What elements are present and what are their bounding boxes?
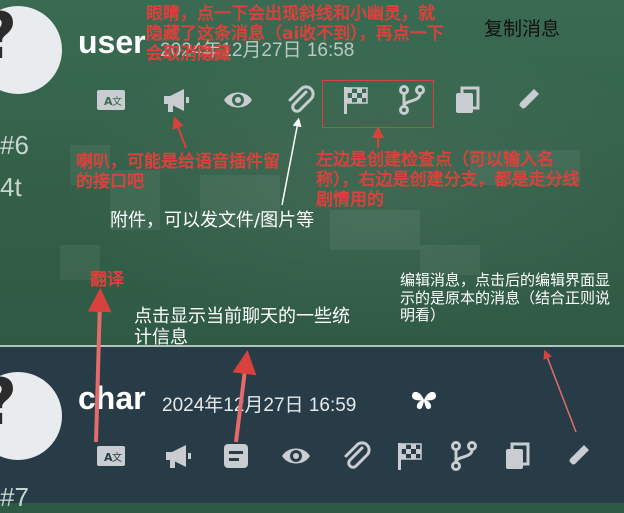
hide-message-button[interactable]	[220, 82, 256, 118]
copy-button[interactable]	[500, 438, 536, 474]
annotation-eye: 眼睛，点一下会出现斜线和小幽灵，就隐藏了这条消息（ai收不到），再点一下会取消隐…	[146, 4, 444, 65]
annotation-translate: 翻译	[90, 270, 124, 290]
translate-icon: A文	[97, 446, 125, 466]
token-count: 4t	[0, 172, 22, 202]
eye-icon	[224, 92, 252, 108]
branch-button[interactable]	[446, 438, 482, 474]
message-number: #7	[0, 482, 29, 512]
translate-button[interactable]: A文	[93, 82, 129, 118]
translate-icon: A文	[97, 90, 125, 110]
eye-icon	[282, 448, 310, 464]
edit-button[interactable]	[560, 438, 596, 474]
checkpoint-button[interactable]	[392, 438, 428, 474]
blur-block	[330, 210, 420, 250]
stats-icon	[224, 444, 248, 468]
annotation-attach: 附件，可以发文件/图片等	[110, 210, 315, 231]
copy-icon	[506, 442, 530, 469]
attach-button[interactable]	[282, 82, 318, 118]
copy-button[interactable]	[450, 82, 486, 118]
annotation-stats: 点击显示当前聊天的一些统计信息	[134, 306, 350, 349]
timestamp: 2024年12月27日 16:59	[162, 395, 357, 416]
pencil-icon	[517, 89, 539, 111]
hide-message-button[interactable]	[278, 438, 314, 474]
paperclip-icon	[344, 441, 371, 469]
megaphone-icon	[164, 89, 189, 112]
username: user	[78, 24, 146, 60]
pencil-icon	[567, 445, 589, 467]
translate-button[interactable]: A文	[93, 438, 129, 474]
copy-icon	[456, 86, 480, 113]
voice-button[interactable]	[160, 438, 196, 474]
paperclip-icon	[288, 85, 315, 113]
annotation-edit: 编辑消息，点击后的编辑界面显示的是原本的消息（结合正则说明看）	[400, 271, 611, 325]
flag-icon	[398, 443, 422, 470]
butterfly-icon	[412, 391, 436, 410]
svg-text:文: 文	[112, 95, 122, 108]
svg-text:文: 文	[112, 451, 122, 464]
annotation-copy: 复制消息	[484, 18, 561, 40]
checkpoint-branch-highlight	[322, 80, 434, 128]
message-number: #6	[0, 130, 29, 160]
username: char	[78, 380, 146, 416]
megaphone-icon	[166, 445, 191, 468]
stats-button[interactable]	[218, 438, 254, 474]
annotation-branch: 左边是创建检查点（可以输入名称），右边是创建分支，都是走分线剧情用的	[316, 150, 580, 211]
annotation-horn: 喇叭，可能是给语音插件留的接口吧	[76, 152, 280, 193]
edit-button[interactable]	[510, 82, 546, 118]
voice-button[interactable]	[158, 82, 194, 118]
branch-icon	[451, 441, 477, 471]
message-area-char	[0, 347, 624, 503]
attach-button[interactable]	[338, 438, 374, 474]
